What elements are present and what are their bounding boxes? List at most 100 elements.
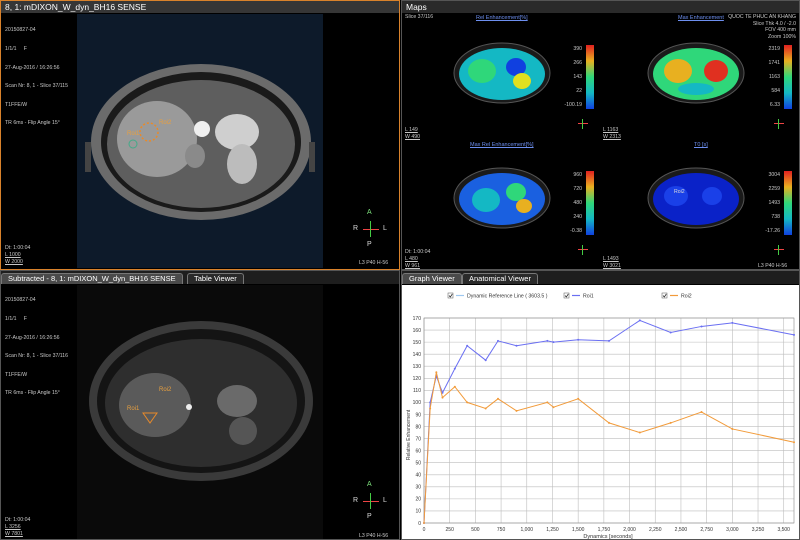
- position-footer: L3 P40 H-56: [359, 533, 389, 539]
- data-point-roi2: [466, 401, 469, 404]
- data-point-roi2: [435, 371, 438, 374]
- dt-label: Dt: 1:00:04: [5, 517, 31, 523]
- y-tick-label: 90: [415, 412, 421, 418]
- y-tick-label: 40: [415, 473, 421, 479]
- x-tick-label: 0: [423, 527, 426, 533]
- map1-width[interactable]: W 490: [405, 134, 420, 140]
- scan-info: 20150827-04 1/1/1 F 27-Aug-2016 / 16:26:…: [5, 27, 69, 127]
- map2-width[interactable]: W 2313: [603, 134, 621, 140]
- x-tick-label: 2,000: [623, 527, 636, 533]
- map1-level[interactable]: L 149: [405, 127, 418, 133]
- data-point-roi2: [515, 409, 518, 412]
- x-axis-label: Dynamics [seconds]: [583, 534, 633, 540]
- orientation-marker-small: [578, 245, 588, 255]
- data-point-roi2: [552, 406, 555, 409]
- y-tick-label: 60: [415, 448, 421, 454]
- window-level[interactable]: L 1000: [5, 252, 21, 258]
- tab-table-viewer[interactable]: Table Viewer: [187, 273, 244, 284]
- roi1-label: Roi1: [127, 131, 140, 137]
- data-point-roi2: [546, 401, 549, 404]
- x-tick-label: 1,500: [572, 527, 585, 533]
- data-point-roi1: [466, 344, 469, 347]
- y-tick-label: 160: [413, 328, 422, 334]
- roi2-label: Roi2: [159, 120, 172, 126]
- y-axis-label: Relative Enhancement: [406, 409, 412, 460]
- colorbar-1: [586, 45, 594, 109]
- y-tick-label: 130: [413, 364, 422, 370]
- data-point-roi2: [793, 441, 795, 444]
- position-footer: L3 P40 H-56: [359, 260, 389, 266]
- map-max-rel-enhancement: [453, 167, 551, 229]
- orientation-marker-small: [578, 119, 588, 129]
- window-level[interactable]: L 3256: [5, 524, 21, 530]
- data-point-roi2: [423, 522, 425, 524]
- map-label-max-enhancement[interactable]: Max Enhancement: [678, 15, 724, 21]
- data-point-roi2: [731, 427, 734, 430]
- map-label-rel-enhancement[interactable]: Rel Enhancement[%]: [476, 15, 528, 21]
- map3-width[interactable]: W 961: [405, 263, 420, 269]
- x-tick-label: 1,750: [598, 527, 611, 533]
- orientation-marker-small: [774, 119, 784, 129]
- data-point-roi1: [497, 339, 499, 342]
- map2-level[interactable]: L 1163: [603, 127, 618, 133]
- legend-label: Roi2: [681, 294, 692, 300]
- data-point-roi1: [552, 341, 555, 344]
- image-viewport-subtracted[interactable]: Subtracted - 8, 1: mDIXON_W_dyn_BH16 SEN…: [0, 270, 400, 540]
- map4-width[interactable]: W 3021: [603, 263, 621, 269]
- y-tick-label: 50: [415, 461, 421, 467]
- map-max-enhancement: [647, 42, 745, 104]
- image-viewport-top-left[interactable]: 8, 1: mDIXON_W_dyn_BH16 SENSE Roi1 Roi2 …: [0, 0, 400, 270]
- tab-subtracted[interactable]: Subtracted - 8, 1: mDIXON_W_dyn_BH16 SEN…: [1, 273, 183, 284]
- legend-label: Dynamic Reference Line ( 3603.5 ): [467, 294, 548, 300]
- window-width[interactable]: W 7801: [5, 531, 23, 537]
- graph-viewer-pane[interactable]: Graph Viewer Anatomical Viewer Dynamic R…: [401, 270, 800, 540]
- x-tick-label: 2,750: [700, 527, 713, 533]
- subtracted-image: Roi1 Roi2: [77, 285, 323, 539]
- y-tick-label: 10: [415, 509, 421, 515]
- window-width[interactable]: W 2000: [5, 259, 23, 265]
- x-tick-label: 3,500: [777, 527, 790, 533]
- roi1-label: Roi1: [127, 406, 140, 412]
- data-point-roi1: [453, 367, 456, 370]
- x-tick-label: 750: [497, 527, 506, 533]
- y-tick-label: 0: [418, 521, 421, 527]
- orientation-marker: A R L P: [353, 209, 387, 248]
- x-tick-label: 1,000: [521, 527, 534, 533]
- tab-graph-viewer[interactable]: Graph Viewer: [402, 273, 462, 284]
- maps-title: Maps: [402, 1, 799, 13]
- data-point-roi2: [497, 397, 499, 400]
- map-t0: [647, 167, 745, 229]
- data-point-roi2: [441, 396, 444, 399]
- x-tick-label: 1,250: [546, 527, 559, 533]
- tab-anatomical-viewer[interactable]: Anatomical Viewer: [462, 273, 538, 284]
- y-tick-label: 150: [413, 340, 422, 346]
- data-point-roi1: [700, 325, 703, 328]
- legend-label: Roi1: [583, 294, 594, 300]
- x-tick-label: 3,000: [726, 527, 739, 533]
- maps-viewport[interactable]: Maps Slice 37/116 QUOC TE PHUC AN KHANG …: [401, 0, 800, 270]
- data-point-roi1: [669, 331, 672, 334]
- map-label-t0[interactable]: T0 [s]: [694, 142, 708, 148]
- orientation-marker: A R L P: [353, 481, 387, 520]
- map3-level[interactable]: L 480: [405, 256, 418, 262]
- enhancement-chart[interactable]: Dynamic Reference Line ( 3603.5 ) Roi1 Roi…: [402, 285, 800, 540]
- map-roi2-label: Roi2: [674, 189, 685, 195]
- hospital-info: QUOC TE PHUC AN KHANG Slice Thk 4.0 / -2…: [728, 14, 796, 40]
- map-rel-enhancement: [453, 42, 551, 104]
- x-tick-label: 2,500: [675, 527, 688, 533]
- x-tick-label: 3,250: [752, 527, 765, 533]
- orientation-marker-small: [774, 245, 784, 255]
- map4-level[interactable]: L 1493: [603, 256, 619, 262]
- maps-footer: L3 P40 H-56: [758, 263, 788, 269]
- y-tick-label: 120: [413, 376, 422, 382]
- data-point-roi2: [700, 411, 703, 414]
- x-tick-label: 2,250: [649, 527, 662, 533]
- colorbar-4: [784, 171, 792, 235]
- map-label-max-rel-enhancement[interactable]: Max Rel Enhancement[%]: [470, 142, 534, 148]
- data-point-roi1: [577, 338, 580, 341]
- data-point-roi2: [484, 407, 487, 410]
- mri-image-top: Roi1 Roi2: [77, 14, 323, 268]
- x-tick-label: 500: [471, 527, 480, 533]
- scan-info: 20150827-04 1/1/1 F 27-Aug-2016 / 16:26:…: [5, 297, 69, 397]
- y-tick-label: 80: [415, 424, 421, 430]
